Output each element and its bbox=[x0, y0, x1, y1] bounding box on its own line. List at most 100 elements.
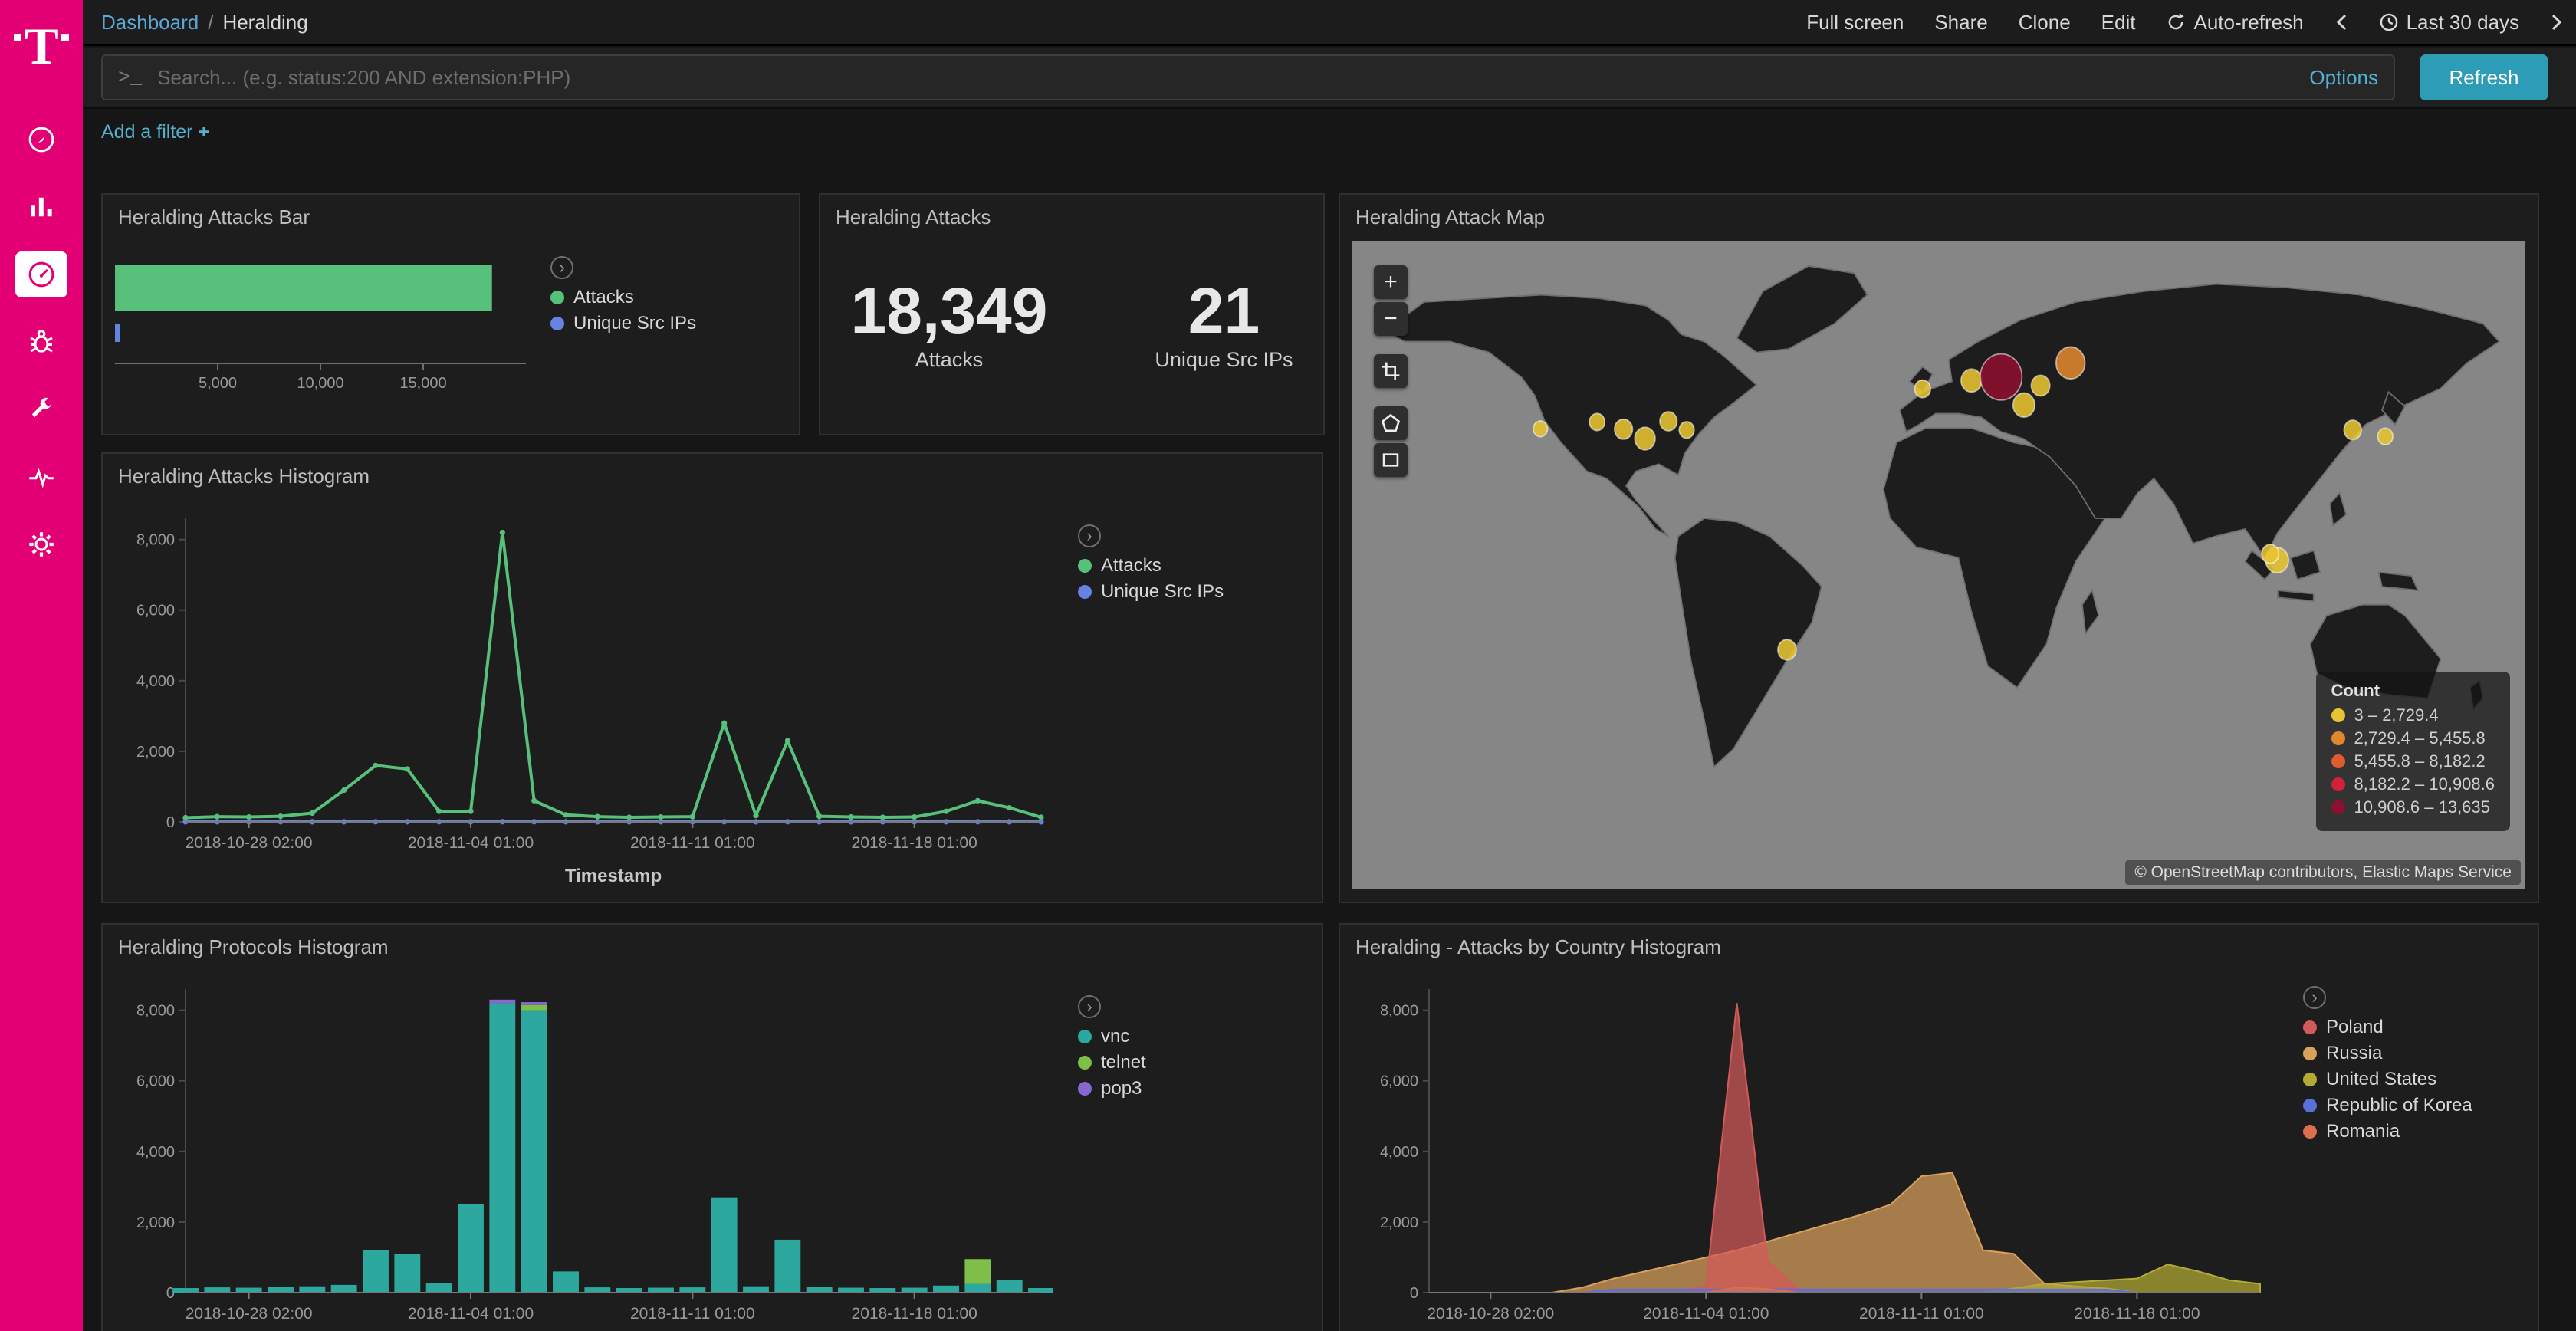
metric-label: Unique Src IPs bbox=[1155, 348, 1293, 372]
legend-dot bbox=[2303, 1047, 2317, 1060]
map-marker[interactable] bbox=[1980, 354, 2022, 400]
metric-value: 21 bbox=[1155, 277, 1293, 344]
legend-label: telnet bbox=[1101, 1052, 1146, 1073]
country-legend: › Poland Russia United States Republic o… bbox=[2303, 986, 2472, 1147]
sidebar-item-attack-bugs[interactable] bbox=[15, 319, 67, 365]
legend-item-attacks[interactable]: Attacks bbox=[1078, 555, 1224, 577]
full-screen-button[interactable]: Full screen bbox=[1806, 11, 1904, 35]
attacks-bar-chart[interactable]: 5,00010,00015,000 bbox=[112, 244, 557, 431]
legend-dot bbox=[2303, 1125, 2317, 1139]
legend-toggle-icon[interactable]: › bbox=[1078, 995, 1101, 1018]
legend-dot bbox=[1078, 1056, 1092, 1070]
zoom-out-button[interactable]: − bbox=[1374, 302, 1408, 336]
draw-polygon-button[interactable] bbox=[1374, 406, 1408, 440]
svg-text:2018-11-11 01:00: 2018-11-11 01:00 bbox=[630, 1305, 755, 1323]
svg-text:15,000: 15,000 bbox=[399, 375, 446, 392]
legend-item-united-states[interactable]: United States bbox=[2303, 1069, 2472, 1090]
map-marker[interactable] bbox=[1615, 419, 1633, 439]
map-marker[interactable] bbox=[2262, 544, 2279, 564]
legend-item-poland[interactable]: Poland bbox=[2303, 1017, 2472, 1038]
refresh-button[interactable]: Refresh bbox=[2420, 54, 2548, 100]
clone-button[interactable]: Clone bbox=[2019, 11, 2071, 35]
map-count-legend: Count 3 – 2,729.4 2,729.4 – 5,455.8 5,45… bbox=[2316, 672, 2511, 831]
map-marker[interactable] bbox=[2344, 420, 2361, 439]
map-marker[interactable] bbox=[1589, 413, 1605, 430]
breadcrumb-dashboard-link[interactable]: Dashboard bbox=[101, 11, 199, 35]
sidebar-item-visualize[interactable] bbox=[15, 184, 67, 230]
legend-item-attacks[interactable]: Attacks bbox=[550, 287, 696, 308]
search-input[interactable] bbox=[157, 66, 2294, 90]
protocols-bar-chart[interactable]: 02,0004,0006,0008,0002018-10-28 02:00201… bbox=[115, 968, 1053, 1331]
legend-dot bbox=[2331, 731, 2345, 745]
gear-icon bbox=[25, 528, 58, 560]
map-marker[interactable] bbox=[1778, 639, 1796, 660]
draw-rectangle-button[interactable] bbox=[1374, 443, 1408, 477]
legend-item-telnet[interactable]: telnet bbox=[1078, 1052, 1146, 1073]
map-marker[interactable] bbox=[2056, 347, 2085, 379]
search-box: >_ Options bbox=[101, 54, 2395, 100]
sidebar-item-devtools[interactable] bbox=[15, 386, 67, 432]
svg-text:4,000: 4,000 bbox=[136, 1144, 175, 1161]
map-marker[interactable] bbox=[1679, 422, 1694, 439]
share-button[interactable]: Share bbox=[1934, 11, 1987, 35]
world-map[interactable]: + − bbox=[1352, 241, 2525, 889]
auto-refresh-label: Auto-refresh bbox=[2193, 11, 2303, 35]
legend-item-romania[interactable]: Romania bbox=[2303, 1121, 2472, 1142]
attacks-line-chart[interactable]: 02,0004,0006,0008,0002018-10-28 02:00201… bbox=[115, 497, 1053, 892]
sidebar-item-monitoring[interactable] bbox=[15, 454, 67, 500]
map-marker[interactable] bbox=[1635, 427, 1655, 449]
svg-text:Timestamp: Timestamp bbox=[565, 866, 662, 886]
legend-toggle-icon[interactable]: › bbox=[2303, 986, 2326, 1009]
legend-label: 8,182.2 – 10,908.6 bbox=[2354, 774, 2496, 794]
time-range-picker[interactable]: Last 30 days bbox=[2379, 11, 2519, 35]
legend-toggle-icon[interactable]: › bbox=[550, 256, 573, 279]
map-marker[interactable] bbox=[2031, 375, 2049, 396]
svg-text:2018-10-28 02:00: 2018-10-28 02:00 bbox=[186, 1305, 313, 1323]
svg-text:2018-10-28 02:00: 2018-10-28 02:00 bbox=[1427, 1305, 1554, 1323]
legend-item-unique-src-ips[interactable]: Unique Src IPs bbox=[1078, 581, 1224, 603]
svg-text:0: 0 bbox=[166, 1285, 175, 1302]
search-options-link[interactable]: Options bbox=[2309, 66, 2378, 90]
legend-item-republic-of-korea[interactable]: Republic of Korea bbox=[2303, 1095, 2472, 1116]
topbar-actions: Full screen Share Clone Edit Auto-refres… bbox=[1806, 11, 2564, 35]
map-legend-row: 5,455.8 – 8,182.2 bbox=[2331, 751, 2496, 771]
country-area-chart[interactable]: 02,0004,0006,0008,0002018-10-28 02:00201… bbox=[1352, 968, 2272, 1331]
legend-dot bbox=[1078, 1030, 1092, 1043]
map-marker[interactable] bbox=[1660, 412, 1677, 431]
map-marker[interactable] bbox=[1961, 369, 1982, 392]
map-marker[interactable] bbox=[2013, 393, 2035, 417]
fit-data-bounds-button[interactable] bbox=[1374, 354, 1408, 388]
legend-label: Republic of Korea bbox=[2326, 1095, 2472, 1116]
add-filter-link[interactable]: Add a filter + bbox=[101, 121, 209, 143]
map-marker[interactable] bbox=[1533, 421, 1548, 437]
svg-text:8,000: 8,000 bbox=[136, 1003, 175, 1020]
legend-item-pop3[interactable]: pop3 bbox=[1078, 1078, 1146, 1099]
legend-toggle-icon[interactable]: › bbox=[1078, 524, 1101, 547]
legend-item-unique-src-ips[interactable]: Unique Src IPs bbox=[550, 313, 696, 334]
telekom-logo[interactable]: T bbox=[11, 15, 72, 77]
panel-title: Heralding - Attacks by Country Histogram bbox=[1340, 925, 2538, 964]
edit-button[interactable]: Edit bbox=[2101, 11, 2136, 35]
legend-item-vnc[interactable]: vnc bbox=[1078, 1026, 1146, 1047]
zoom-in-button[interactable]: + bbox=[1374, 265, 1408, 299]
svg-text:4,000: 4,000 bbox=[1380, 1144, 1418, 1161]
sidebar-item-management[interactable] bbox=[15, 521, 67, 567]
time-forward-button[interactable] bbox=[2550, 13, 2564, 31]
legend-item-russia[interactable]: Russia bbox=[2303, 1043, 2472, 1064]
legend-dot bbox=[2331, 800, 2345, 814]
svg-text:2018-11-18 01:00: 2018-11-18 01:00 bbox=[852, 834, 978, 852]
sidebar-item-dashboard[interactable] bbox=[15, 251, 67, 297]
map-marker[interactable] bbox=[2377, 428, 2393, 445]
legend-dot bbox=[2303, 1073, 2317, 1086]
svg-text:2,000: 2,000 bbox=[136, 744, 175, 761]
panel-heralding-protocols-histogram: Heralding Protocols Histogram 02,0004,00… bbox=[101, 923, 1323, 1331]
logo-square-right bbox=[61, 34, 69, 41]
map-attribution[interactable]: © OpenStreetMap contributors, Elastic Ma… bbox=[2125, 860, 2521, 885]
map-marker[interactable] bbox=[1914, 380, 1930, 398]
panel-title: Heralding Attacks Bar bbox=[103, 195, 799, 234]
sidebar-item-discover[interactable] bbox=[15, 117, 67, 163]
auto-refresh-button[interactable]: Auto-refresh bbox=[2166, 11, 2303, 35]
topbar: Dashboard / Heralding Full screen Share … bbox=[83, 0, 2576, 46]
svg-text:6,000: 6,000 bbox=[1380, 1073, 1418, 1090]
time-back-button[interactable] bbox=[2334, 13, 2348, 31]
